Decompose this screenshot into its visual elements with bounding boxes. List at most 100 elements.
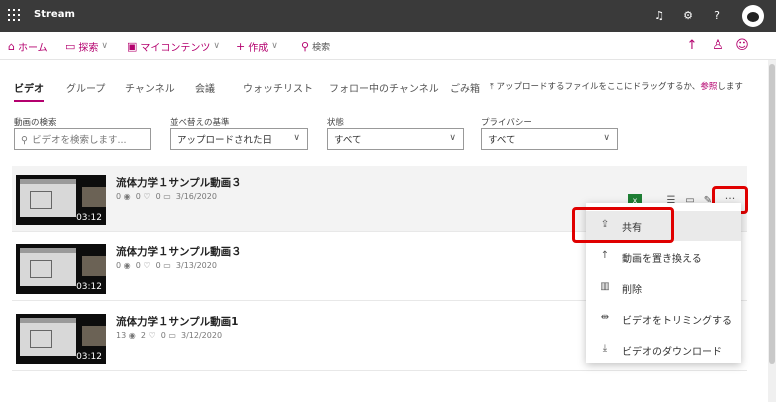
video-thumbnail[interactable]: 03:12 [16, 175, 106, 225]
browse-link[interactable]: 参照 [700, 82, 717, 92]
tab-channels[interactable]: チャンネル [125, 80, 175, 95]
like-count: 2 [140, 331, 146, 340]
view-count: 13 [116, 331, 127, 340]
status-select[interactable]: すべて ∨ [327, 128, 464, 150]
video-title[interactable]: 流体力学１サンプル動画1 [116, 314, 239, 329]
settings-icon[interactable]: ⚙ [679, 7, 697, 25]
sort-value: アップロードされた日 [177, 135, 273, 146]
chevron-down-icon: ∨ [271, 41, 278, 51]
comment-count: 0 [160, 331, 166, 340]
search-icon: ⚲ [301, 39, 310, 53]
search-label: 動画の検索 [14, 118, 57, 128]
thumbnail-strip [82, 256, 106, 276]
nav-my-content[interactable]: ▣ マイコンテンツ ∨ [127, 39, 220, 54]
slide-header [20, 179, 76, 184]
tab-groups[interactable]: グループ [66, 80, 105, 95]
scrollbar[interactable] [768, 60, 776, 402]
heart-icon: ♡ [143, 192, 151, 201]
nav-explore[interactable]: ▭ 探索 ∨ [65, 39, 108, 54]
my-content-icon: ▣ [127, 39, 138, 53]
bell-icon[interactable]: ♫ [650, 7, 668, 25]
app-title[interactable]: Stream [34, 9, 75, 20]
nav-my-content-label: マイコンテンツ [140, 42, 211, 54]
tab-meetings[interactable]: 会議 [195, 80, 215, 95]
privacy-label: プライバシー [481, 118, 532, 128]
tab-recycle-bin[interactable]: ごみ箱 [450, 80, 480, 95]
nav-create-label: 作成 [248, 42, 269, 54]
comment-icon: ▭ [168, 331, 176, 340]
comment-count: 0 [155, 261, 161, 270]
cube-figure [30, 260, 52, 278]
avatar[interactable] [742, 5, 764, 27]
nav-search-label: 検索 [312, 42, 331, 53]
comment-icon: ▭ [163, 261, 171, 270]
menu-item-download-label: ビデオのダウンロード [622, 347, 722, 358]
tab-followed-channels[interactable]: フォロー中のチャンネル [329, 80, 439, 95]
nav-search[interactable]: ⚲ 検索 [301, 39, 330, 53]
video-meta: 0 ◉ 0 ♡ 0 ▭ 3/16/2020 [116, 192, 217, 201]
view-count: 0 [116, 261, 122, 270]
home-icon: ⌂ [8, 39, 15, 53]
cube-figure [30, 330, 52, 348]
chevron-down-icon: ∨ [449, 133, 456, 143]
slide-preview [20, 248, 76, 286]
upload-date: 3/16/2020 [175, 192, 217, 201]
scrollbar-thumb[interactable] [769, 64, 775, 364]
sort-select[interactable]: アップロードされた日 ∨ [170, 128, 308, 150]
share-highlight-annotation [572, 207, 674, 243]
upload-date: 3/13/2020 [175, 261, 217, 270]
duration: 03:12 [76, 213, 102, 223]
tab-video[interactable]: ビデオ [14, 80, 44, 102]
help-icon[interactable]: ? [708, 7, 726, 25]
menu-item-delete[interactable]: ▥ 削除 [586, 273, 741, 303]
slide-header [20, 248, 76, 253]
menu-item-trim[interactable]: ⇹ ビデオをトリミングする [586, 304, 741, 334]
video-thumbnail[interactable]: 03:12 [16, 314, 106, 364]
nav-home-label: ホーム [17, 42, 48, 54]
video-title[interactable]: 流体力学１サンプル動画３ [116, 175, 242, 190]
cube-figure [30, 191, 52, 209]
app-launcher-icon[interactable] [8, 9, 20, 21]
menu-item-replace-label: 動画を置き換える [622, 254, 702, 265]
tab-watchlist[interactable]: ウォッチリスト [243, 80, 313, 95]
upload-hint: ⤒ アップロードするファイルをここにドラッグするか、参照します [490, 80, 743, 92]
slide-preview [20, 179, 76, 217]
like-count: 0 [135, 261, 141, 270]
views-icon: ◉ [123, 192, 131, 201]
user-add-icon[interactable]: ♙ [710, 38, 726, 53]
plus-icon: + [236, 39, 246, 53]
nav-home[interactable]: ⌂ ホーム [8, 39, 48, 54]
comment-icon: ▭ [163, 192, 171, 201]
upload-icon[interactable]: ↑ [684, 38, 700, 53]
heart-icon: ♡ [148, 331, 156, 340]
thumbnail-strip [82, 187, 106, 207]
upload-date: 3/12/2020 [181, 331, 223, 340]
video-title[interactable]: 流体力学１サンプル動画３ [116, 244, 242, 259]
views-icon: ◉ [128, 331, 136, 340]
privacy-select[interactable]: すべて ∨ [481, 128, 618, 150]
explore-icon: ▭ [65, 39, 76, 53]
views-icon: ◉ [123, 261, 131, 270]
search-input[interactable]: ⚲ ビデオを検索します... [14, 128, 151, 150]
upload-hint-text: アップロードするファイルをここにドラッグするか、 [496, 82, 701, 92]
chevron-down-icon: ∨ [101, 41, 108, 51]
status-label: 状態 [327, 118, 345, 128]
video-thumbnail[interactable]: 03:12 [16, 244, 106, 294]
duration: 03:12 [76, 282, 102, 292]
menu-item-download[interactable]: ⤓ ビデオのダウンロード [586, 335, 741, 365]
trash-icon: ▥ [600, 281, 610, 292]
nav-explore-label: 探索 [78, 42, 99, 54]
status-value: すべて [334, 135, 362, 146]
thumbnail-strip [82, 326, 106, 346]
menu-item-replace[interactable]: ↑ 動画を置き換える [586, 242, 741, 272]
upload-hint-suffix: します [717, 82, 743, 92]
trim-icon: ⇹ [600, 312, 610, 323]
video-meta: 0 ◉ 0 ♡ 0 ▭ 3/13/2020 [116, 261, 217, 270]
slide-header [20, 318, 76, 323]
comment-count: 0 [155, 192, 161, 201]
nav-create[interactable]: + 作成 ∨ [236, 39, 278, 54]
privacy-value: すべて [488, 135, 516, 146]
search-icon: ⚲ [21, 135, 28, 146]
feedback-icon[interactable]: ☺ [734, 38, 750, 53]
chevron-down-icon: ∨ [603, 133, 610, 143]
